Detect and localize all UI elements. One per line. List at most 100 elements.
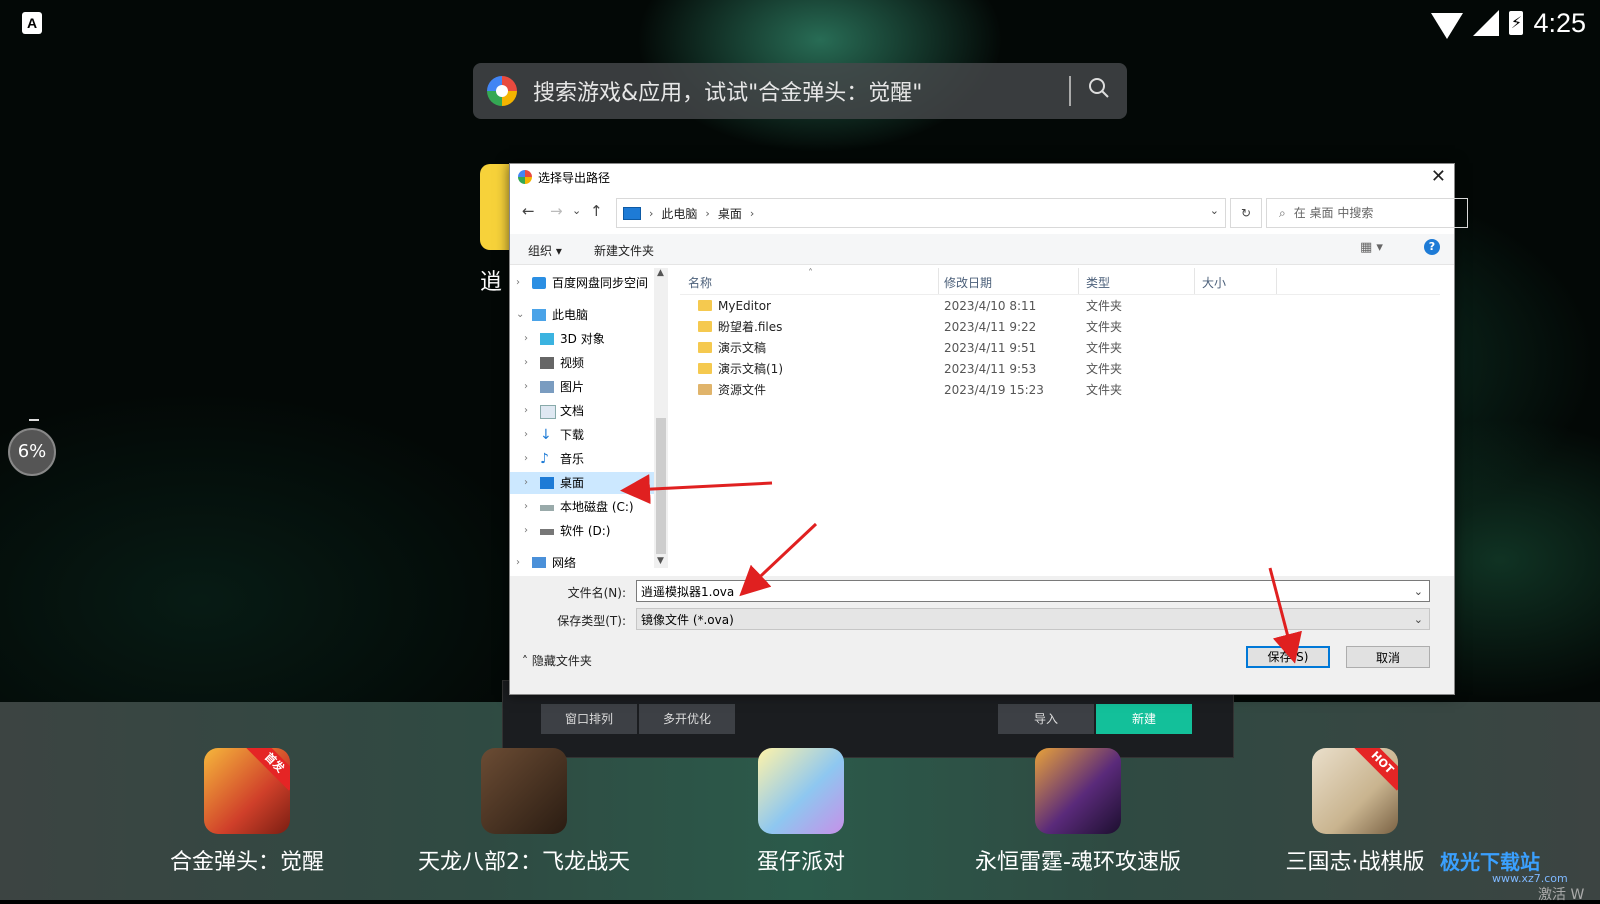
tree-item-downloads[interactable]: › ↓ 下载 — [510, 424, 654, 446]
refresh-icon[interactable]: ↻ — [1230, 198, 1262, 228]
save-button[interactable]: 保存(S) — [1246, 646, 1330, 668]
clock: 4:25 — [1533, 7, 1586, 38]
chevron-right-icon: › — [524, 333, 528, 344]
file-row[interactable]: MyEditor 2023/4/10 8:11 文件夹 — [680, 296, 1440, 316]
network-icon — [532, 557, 546, 568]
watermark-title: 极光下载站 — [1440, 850, 1540, 874]
view-options-icon[interactable]: ▦ ▾ — [1360, 240, 1383, 255]
filetype-row: 保存类型(T): 镜像文件 (*.ova) ⌄ — [510, 604, 1454, 634]
activate-windows-text: 激活 W — [1538, 887, 1585, 903]
column-divider[interactable] — [1078, 268, 1079, 294]
file-row[interactable]: 演示文稿(1) 2023/4/11 9:53 文件夹 — [680, 359, 1440, 379]
column-name[interactable]: 名称 — [688, 274, 712, 291]
column-divider[interactable] — [1194, 268, 1195, 294]
tree-item-music[interactable]: › ♪ 音乐 — [510, 448, 654, 470]
new-folder-button[interactable]: 新建文件夹 — [594, 242, 654, 259]
address-bar[interactable]: › 此电脑 › 桌面 › ⌄ — [616, 198, 1226, 228]
filename-value: 逍遥模拟器1.ova — [641, 585, 735, 599]
app-three-kingdoms[interactable]: HOT 三国志·战棋版 — [1235, 748, 1475, 876]
file-type: 文件夹 — [1086, 362, 1123, 376]
tree-item-network[interactable]: › 网络 — [510, 552, 654, 568]
filetype-select[interactable]: 镜像文件 (*.ova) ⌄ — [636, 608, 1430, 630]
progress-bubble[interactable]: 6% — [8, 428, 56, 476]
close-icon[interactable]: ✕ — [1431, 166, 1446, 187]
multi-open-optimize-button[interactable]: 多开优化 — [639, 704, 735, 734]
search-icon[interactable] — [1071, 76, 1127, 106]
file-modified: 2023/4/11 9:51 — [944, 341, 1037, 355]
column-type[interactable]: 类型 — [1086, 274, 1110, 291]
search-placeholder[interactable]: 搜索游戏&应用，试试"合金弹头：觉醒" — [533, 75, 1069, 107]
tree-item-documents[interactable]: › 文档 — [510, 400, 654, 422]
tree-label: 软件 (D:) — [560, 524, 611, 538]
recent-locations-icon[interactable]: ⌄ — [572, 204, 581, 217]
filename-row: 文件名(N): 逍遥模拟器1.ova ⌄ — [510, 576, 1454, 606]
scroll-down-icon[interactable]: ▼ — [657, 556, 664, 566]
window-arrange-button[interactable]: 窗口排列 — [541, 704, 637, 734]
chevron-down-icon[interactable]: ⌄ — [1414, 609, 1423, 631]
chevron-down-icon[interactable]: ⌄ — [1210, 204, 1219, 217]
filetype-value: 镜像文件 (*.ova) — [641, 613, 734, 627]
tree-item-this-pc[interactable]: ⌄ 此电脑 — [510, 304, 654, 326]
chevron-right-icon: › — [524, 429, 528, 440]
import-button[interactable]: 导入 — [998, 704, 1094, 734]
column-divider[interactable] — [1276, 268, 1277, 294]
chevron-right-icon: › — [749, 206, 755, 220]
tree-item-baidu-sync[interactable]: › 百度网盘同步空间 — [510, 272, 654, 294]
chevron-down-icon[interactable]: ⌄ — [1414, 581, 1423, 603]
column-size[interactable]: 大小 — [1202, 274, 1226, 291]
column-divider[interactable] — [938, 268, 939, 294]
column-modified[interactable]: 修改日期 — [944, 274, 992, 291]
tree-item-local-disk-c[interactable]: › 本地磁盘 (C:) — [510, 496, 654, 518]
tree-item-pictures[interactable]: › 图片 — [510, 376, 654, 398]
dialog-toolbar: 组织 ▾ 新建文件夹 ▦ ▾ ? — [510, 234, 1454, 265]
organize-menu[interactable]: 组织 ▾ — [528, 242, 562, 259]
tree-item-software-d[interactable]: › 软件 (D:) — [510, 520, 654, 542]
forward-arrow-icon[interactable]: → — [550, 202, 563, 220]
help-icon[interactable]: ? — [1424, 239, 1440, 255]
tree-item-desktop[interactable]: › 桌面 — [510, 472, 654, 494]
tree-item-videos[interactable]: › 视频 — [510, 352, 654, 374]
app-icon: HOT — [1312, 748, 1398, 834]
chevron-right-icon: › — [516, 557, 520, 568]
filename-input[interactable]: 逍遥模拟器1.ova ⌄ — [636, 580, 1430, 602]
tree-label: 百度网盘同步空间 — [552, 276, 649, 290]
app-eternal-thunder[interactable]: 永恒雷霆-魂环攻速版 — [958, 748, 1198, 876]
chevron-right-icon: › — [524, 357, 528, 368]
dialog-titlebar[interactable]: 选择导出路径 ✕ — [510, 164, 1454, 190]
app-tianlong[interactable]: 天龙八部2：飞龙战天 — [404, 748, 644, 876]
hide-folders-toggle[interactable]: ˄ 隐藏文件夹 — [522, 652, 592, 669]
filetype-label: 保存类型(T): — [557, 614, 626, 628]
back-arrow-icon[interactable]: ← — [522, 202, 535, 220]
up-arrow-icon[interactable]: ↑ — [590, 202, 603, 220]
app-eggy-party[interactable]: 蛋仔派对 — [681, 748, 921, 876]
app-icon — [1035, 748, 1121, 834]
folder-search-input[interactable]: ⌕ 在 桌面 中搜索 — [1266, 198, 1468, 228]
file-row[interactable]: 盼望着.files 2023/4/11 9:22 文件夹 — [680, 317, 1440, 337]
scroll-up-icon[interactable]: ▲ — [657, 268, 664, 278]
wifi-icon — [1431, 13, 1464, 39]
tree-scrollbar-thumb[interactable] — [656, 418, 666, 554]
new-button[interactable]: 新建 — [1096, 704, 1192, 734]
tree-label: 下载 — [560, 428, 585, 442]
music-icon: ♪ — [540, 451, 549, 467]
dialog-footer: ˄ 隐藏文件夹 保存(S) 取消 — [510, 634, 1454, 694]
download-icon: ↓ — [540, 427, 552, 443]
app-metal-slug[interactable]: 首发 合金弹头：觉醒 — [127, 748, 367, 876]
file-row[interactable]: 演示文稿 2023/4/11 9:51 文件夹 — [680, 338, 1440, 358]
tree-item-3d-objects[interactable]: › 3D 对象 — [510, 328, 654, 350]
search-icon: ⌕ — [1279, 206, 1286, 220]
dialog-title: 选择导出路径 — [538, 171, 611, 185]
file-row[interactable]: 资源文件 2023/4/19 15:23 文件夹 — [680, 380, 1440, 400]
new-release-badge: 首发 — [246, 748, 290, 791]
chevron-right-icon: › — [649, 206, 654, 220]
app-label: 蛋仔派对 — [756, 850, 845, 875]
breadcrumb-this-pc[interactable]: 此电脑 — [661, 205, 697, 222]
folder-icon — [698, 300, 712, 311]
progress-tick — [29, 419, 39, 421]
chevron-right-icon: › — [524, 477, 528, 488]
app-icon — [481, 748, 567, 834]
breadcrumb-desktop[interactable]: 桌面 — [718, 205, 742, 222]
file-name: 资源文件 — [718, 383, 767, 397]
game-search-bar[interactable]: 搜索游戏&应用，试试"合金弹头：觉醒" — [473, 63, 1127, 119]
cancel-button[interactable]: 取消 — [1346, 646, 1430, 668]
